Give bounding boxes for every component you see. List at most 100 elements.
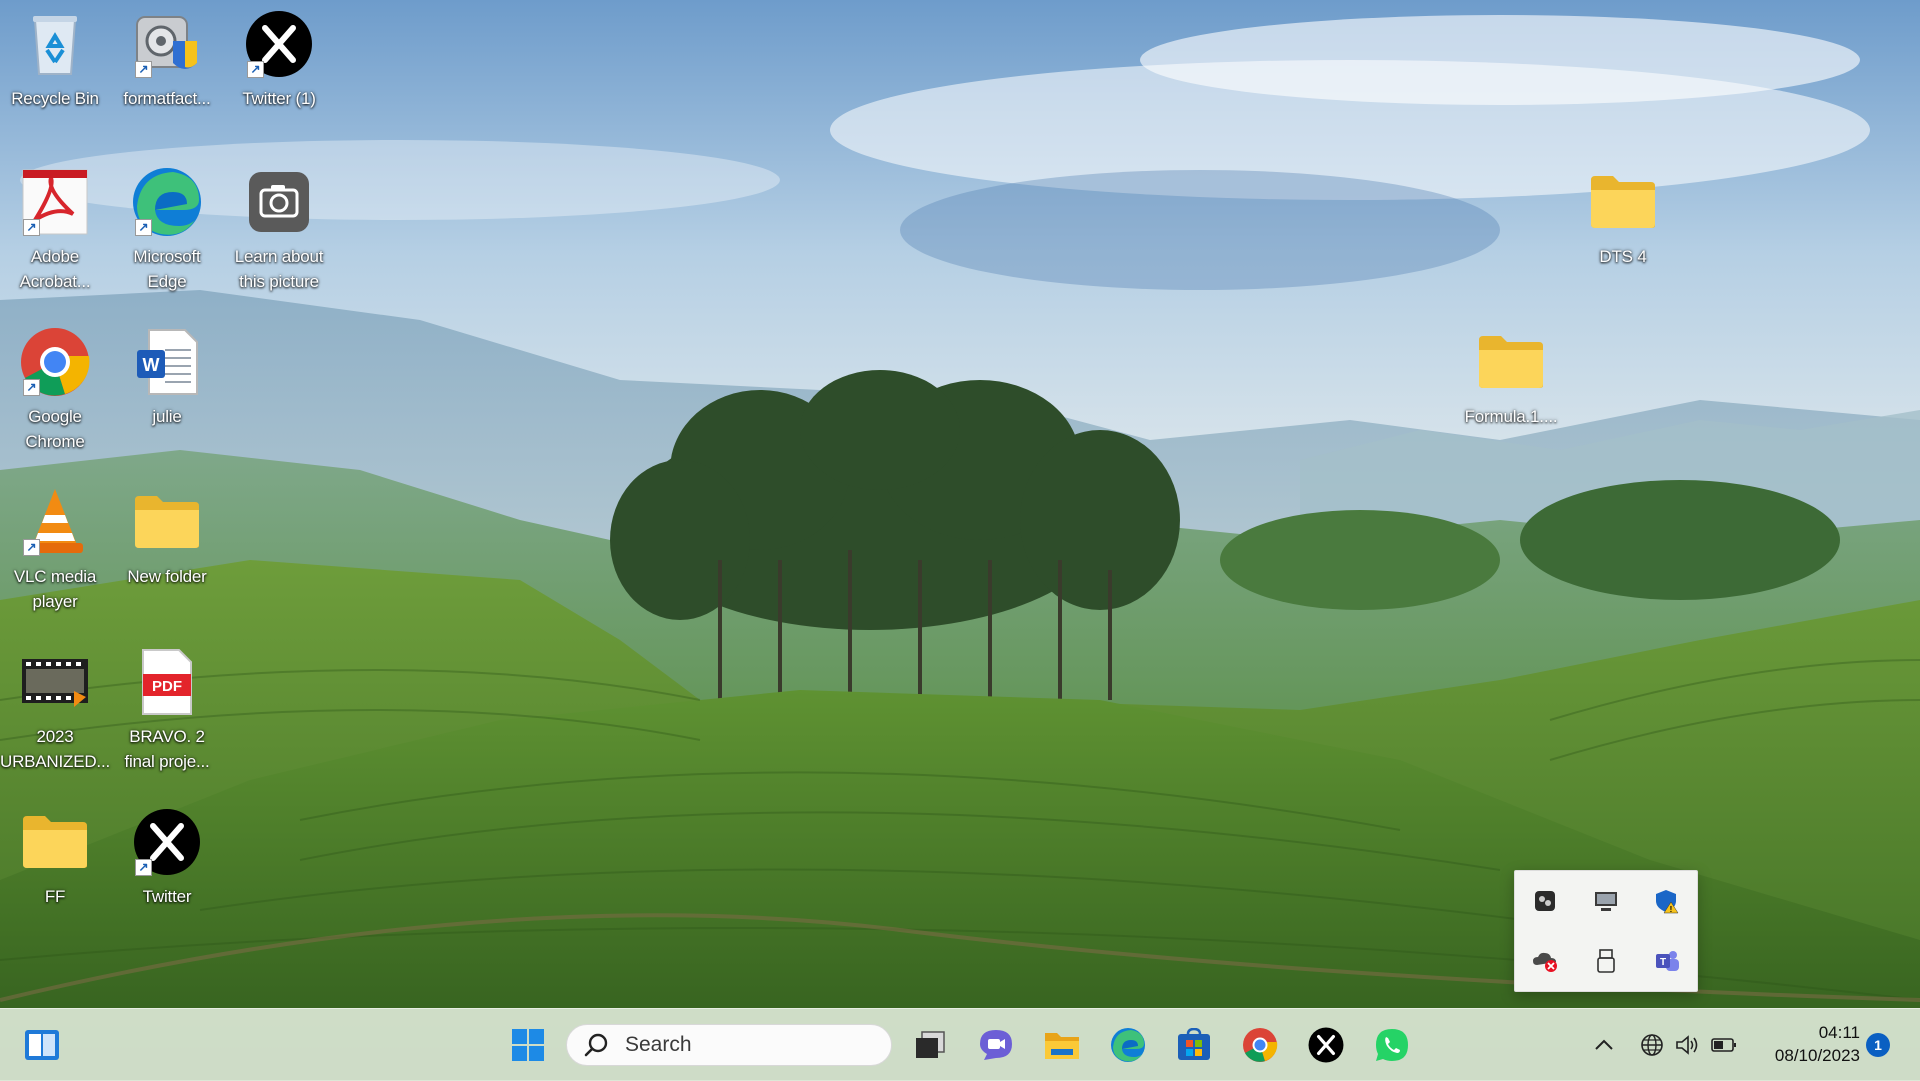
app-tray-icon[interactable]: [1515, 871, 1576, 931]
adobe-acrobat-icon: ↗: [19, 166, 91, 238]
desktop-icon-twitter-1[interactable]: ↗ Twitter (1): [224, 8, 334, 111]
task-view-button[interactable]: [908, 1023, 952, 1067]
shortcut-arrow-icon: ↗: [23, 539, 40, 556]
folder-icon: [1587, 166, 1659, 238]
desktop-icon-label: formatfact...: [123, 89, 211, 108]
edge-taskbar-button[interactable]: [1106, 1023, 1150, 1067]
desktop-icon-adobe-acrobat[interactable]: ↗ Adobe Acrobat...: [0, 166, 110, 294]
search-input[interactable]: [623, 1032, 867, 1058]
display-tray-icon[interactable]: [1576, 871, 1637, 931]
desktop-icon-2023-urbanized[interactable]: 2023 URBANIZED...: [0, 646, 110, 774]
desktop-icon-dts-4[interactable]: DTS 4: [1568, 166, 1678, 269]
speaker-icon: [1676, 1035, 1698, 1055]
desktop-icon-label: Google Chrome: [25, 407, 85, 451]
desktop-icon-label: Twitter (1): [242, 89, 316, 108]
desktop-icon-julie[interactable]: W julie: [112, 326, 222, 429]
shortcut-arrow-icon: ↗: [135, 219, 152, 236]
video-file-icon: [19, 646, 91, 718]
desktop-icon-bravo-pdf[interactable]: PDF BRAVO. 2 final proje...: [112, 646, 222, 774]
teams-icon[interactable]: T: [1636, 931, 1697, 991]
chat-button[interactable]: [974, 1023, 1018, 1067]
svg-text:PDF: PDF: [152, 678, 182, 695]
desktop-icon-formula-1[interactable]: Formula.1....: [1456, 326, 1566, 429]
chevron-up-icon: [1595, 1039, 1613, 1050]
desktop-icon-label: Learn about this picture: [234, 247, 324, 291]
chrome-taskbar-button[interactable]: [1238, 1023, 1282, 1067]
windows-logo-icon: [512, 1029, 544, 1061]
desktop-icon-label: BRAVO. 2 final proje...: [124, 727, 210, 771]
globe-icon: [1641, 1034, 1663, 1056]
usb-drive-icon[interactable]: [1576, 931, 1637, 991]
desktop-icon-google-chrome[interactable]: ↗ Google Chrome: [0, 326, 110, 454]
folder-icon: [131, 486, 203, 558]
notification-badge[interactable]: 1: [1866, 1033, 1890, 1057]
whatsapp-button[interactable]: [1370, 1023, 1414, 1067]
search-icon: [584, 1033, 608, 1057]
folder-icon: [1475, 326, 1547, 398]
vlc-icon: ↗: [19, 486, 91, 558]
taskbar-clock[interactable]: 04:11 08/10/2023: [1748, 1021, 1860, 1067]
svg-text:W: W: [143, 355, 160, 375]
word-document-icon: W: [131, 326, 203, 398]
clock-time: 04:11: [1818, 1023, 1860, 1042]
show-hidden-icons-button[interactable]: [1590, 1031, 1618, 1059]
taskbar-search-box[interactable]: [566, 1024, 892, 1066]
store-button[interactable]: [1172, 1023, 1216, 1067]
desktop-icon-label: 2023 URBANIZED...: [0, 727, 111, 771]
start-button[interactable]: [506, 1023, 550, 1067]
desktop-icon-label: FF: [44, 887, 66, 906]
desktop-icon-formatfactory[interactable]: ↗ formatfact...: [112, 8, 222, 111]
shortcut-arrow-icon: ↗: [23, 219, 40, 236]
format-factory-icon: ↗: [131, 8, 203, 80]
edge-icon: [1111, 1028, 1145, 1062]
network-button[interactable]: [1638, 1031, 1666, 1059]
x-taskbar-button[interactable]: [1304, 1023, 1348, 1067]
chrome-icon: ↗: [19, 326, 91, 398]
file-explorer-button[interactable]: [1040, 1023, 1084, 1067]
shortcut-arrow-icon: ↗: [135, 859, 152, 876]
svg-text:!: !: [1669, 905, 1672, 914]
desktop-icon-twitter[interactable]: ↗ Twitter: [112, 806, 222, 909]
desktop-icon-microsoft-edge[interactable]: ↗ Microsoft Edge: [112, 166, 222, 294]
battery-button[interactable]: [1710, 1031, 1738, 1059]
task-view-icon: [916, 1031, 945, 1058]
desktop-icon-label: Microsoft Edge: [133, 247, 201, 291]
battery-icon: [1711, 1038, 1736, 1052]
folder-icon: [19, 806, 91, 878]
pdf-file-icon: PDF: [131, 646, 203, 718]
desktop-icon-label: Adobe Acrobat...: [19, 247, 91, 291]
x-twitter-icon: [1308, 1027, 1344, 1063]
x-twitter-icon: ↗: [131, 806, 203, 878]
desktop-icon-learn-about-picture[interactable]: Learn about this picture: [224, 166, 334, 294]
desktop-icon-new-folder[interactable]: New folder: [112, 486, 222, 589]
recycle-bin-icon: [19, 8, 91, 80]
desktop-icon-vlc[interactable]: ↗ VLC media player: [0, 486, 110, 614]
shortcut-arrow-icon: ↗: [135, 61, 152, 78]
onedrive-error-icon[interactable]: [1515, 931, 1576, 991]
chat-icon: [980, 1030, 1012, 1060]
security-warning-icon[interactable]: !: [1636, 871, 1697, 931]
desktop-icon-recycle-bin[interactable]: Recycle Bin: [0, 8, 110, 111]
tray-overflow-flyout: ! T: [1514, 870, 1698, 992]
camera-icon: [243, 166, 315, 238]
desktop-icon-ff[interactable]: FF: [0, 806, 110, 909]
chrome-icon: [1243, 1028, 1278, 1062]
desktop-icon-label: New folder: [127, 567, 207, 586]
desktop-icon-label: Formula.1....: [1464, 407, 1558, 426]
desktop-icon-label: VLC media player: [13, 567, 97, 611]
store-icon: [1178, 1028, 1210, 1060]
desktop-icon-label: julie: [152, 407, 182, 426]
edge-icon: ↗: [131, 166, 203, 238]
widgets-icon: [25, 1030, 59, 1060]
volume-button[interactable]: [1674, 1031, 1702, 1059]
clock-date: 08/10/2023: [1774, 1046, 1860, 1065]
file-explorer-icon: [1045, 1033, 1079, 1059]
widgets-button[interactable]: [20, 1023, 64, 1067]
desktop-icon-label: Twitter: [142, 887, 192, 906]
whatsapp-icon: [1376, 1029, 1408, 1061]
desktop-icon-label: DTS 4: [1599, 247, 1647, 266]
shortcut-arrow-icon: ↗: [247, 61, 264, 78]
taskbar: 04:11 08/10/2023 1: [0, 1008, 1920, 1081]
desktop-icon-label: Recycle Bin: [11, 89, 99, 108]
shortcut-arrow-icon: ↗: [23, 379, 40, 396]
